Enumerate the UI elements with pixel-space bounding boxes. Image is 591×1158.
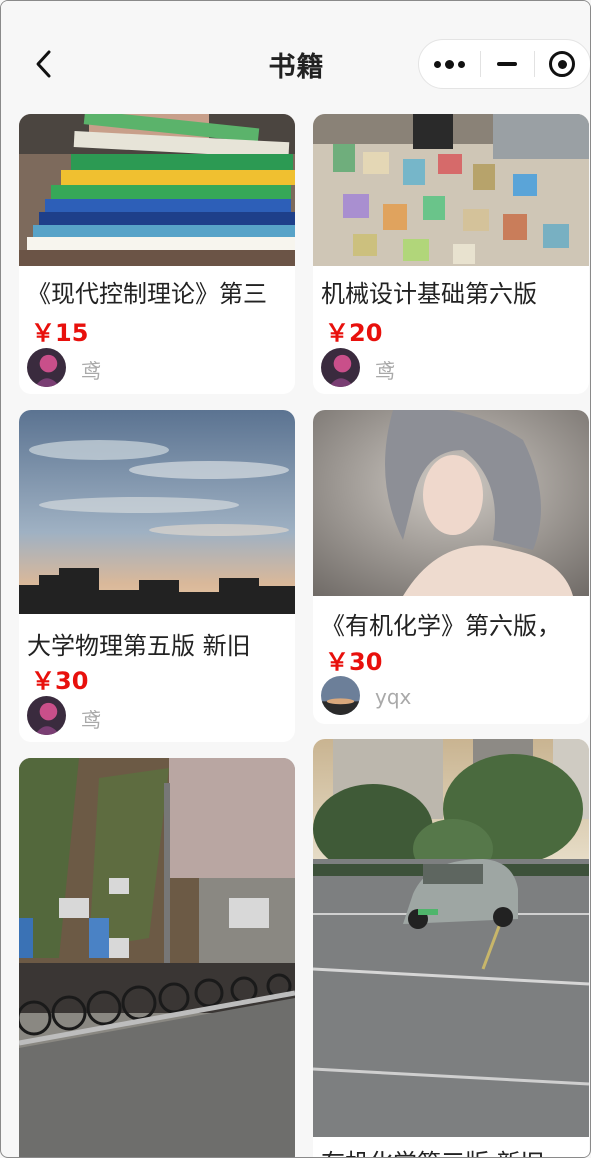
book-thumbnail xyxy=(19,114,295,266)
seller-name: yqx xyxy=(375,685,412,709)
seller-name: 鸢 xyxy=(81,359,101,383)
mini-program-capsule xyxy=(418,39,590,89)
avatar[interactable] xyxy=(321,348,360,387)
more-dots-icon xyxy=(433,59,465,69)
target-circle-icon xyxy=(549,51,576,77)
book-thumbnail xyxy=(313,114,589,266)
book-card[interactable]: 大学物理第五版 新旧 ￥30 鸢 xyxy=(19,410,295,742)
book-title: 《有机化学》第六版， xyxy=(321,612,561,640)
book-price: ￥30 xyxy=(325,648,383,676)
book-price: ￥15 xyxy=(31,319,89,347)
book-title: 有机化学第三版 新旧 xyxy=(321,1143,581,1157)
book-thumbnail xyxy=(313,410,589,596)
book-thumbnail xyxy=(19,410,295,614)
book-thumbnail xyxy=(313,739,589,1137)
avatar[interactable] xyxy=(27,696,66,735)
book-title: 大学物理第五版 新旧 xyxy=(27,632,251,660)
nav-bar: 书籍 xyxy=(1,1,590,99)
book-title: 机械设计基础第六版 xyxy=(321,280,537,308)
minimize-icon xyxy=(497,62,518,66)
book-title: 《现代控制理论》第三 xyxy=(27,280,267,308)
book-thumbnail xyxy=(19,758,295,1157)
book-price: ￥30 xyxy=(31,667,89,695)
avatar[interactable] xyxy=(27,348,66,387)
more-button[interactable] xyxy=(419,40,480,88)
book-card[interactable]: 《有机化学》第六版， ￥30 yqx xyxy=(313,410,589,724)
minimize-button[interactable] xyxy=(481,40,534,88)
avatar[interactable] xyxy=(321,676,360,715)
book-card[interactable] xyxy=(19,758,295,1157)
seller-name: 鸢 xyxy=(81,708,101,732)
seller-name: 鸢 xyxy=(375,359,395,383)
close-program-button[interactable] xyxy=(535,40,590,88)
book-card[interactable]: 有机化学第三版 新旧 xyxy=(313,739,589,1157)
book-price: ￥20 xyxy=(325,319,383,347)
book-card[interactable]: 机械设计基础第六版 ￥20 鸢 xyxy=(313,114,589,394)
app-frame: 书籍 《现代控制理论》第三 ￥15 鸢 机械设计基础第六版 ￥20 鸢 大学物理… xyxy=(0,0,591,1158)
book-card[interactable]: 《现代控制理论》第三 ￥15 鸢 xyxy=(19,114,295,394)
